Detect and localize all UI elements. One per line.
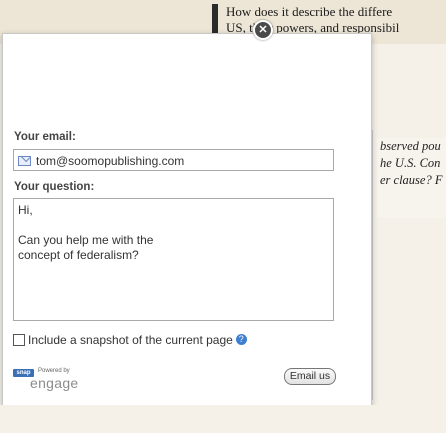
ask-question-dialog: Your email: tom@soomopublishing.com Your… [2, 33, 372, 407]
email-field-value: tom@soomopublishing.com [36, 154, 185, 168]
snapshot-label: Include a snapshot of the current page [28, 333, 233, 347]
email-us-button[interactable]: Email us [284, 368, 336, 385]
article-body-line: he U.S. Con [380, 156, 441, 170]
question-body: Can you help me with the concept of fede… [18, 233, 154, 262]
close-icon[interactable]: ✕ [253, 20, 273, 40]
help-icon[interactable]: ? [235, 334, 247, 346]
article-column-divider [372, 130, 373, 400]
page-bottom-strip [0, 405, 446, 433]
mail-icon [18, 155, 31, 166]
article-body-line: er clause? F [380, 173, 443, 187]
question-label: Your question: [14, 181, 95, 193]
logo-name: engage [30, 375, 79, 391]
question-greeting: Hi, [18, 203, 33, 217]
email-label: Your email: [14, 131, 76, 143]
article-headline-line1: How does it describe the differe [226, 4, 393, 19]
article-body-line: bserved pou [380, 139, 441, 153]
logo-powered-by: Powered by [38, 368, 70, 374]
snapshot-option[interactable]: Include a snapshot of the current page? [13, 333, 247, 347]
article-body-text: bserved pou he U.S. Con er clause? F [377, 138, 446, 218]
snapengage-logo: snap Powered by engage [13, 367, 123, 401]
email-field[interactable]: tom@soomopublishing.com [13, 149, 334, 171]
question-textarea[interactable]: Hi, Can you help me with the concept of … [13, 198, 334, 321]
snapshot-checkbox[interactable] [13, 333, 25, 346]
